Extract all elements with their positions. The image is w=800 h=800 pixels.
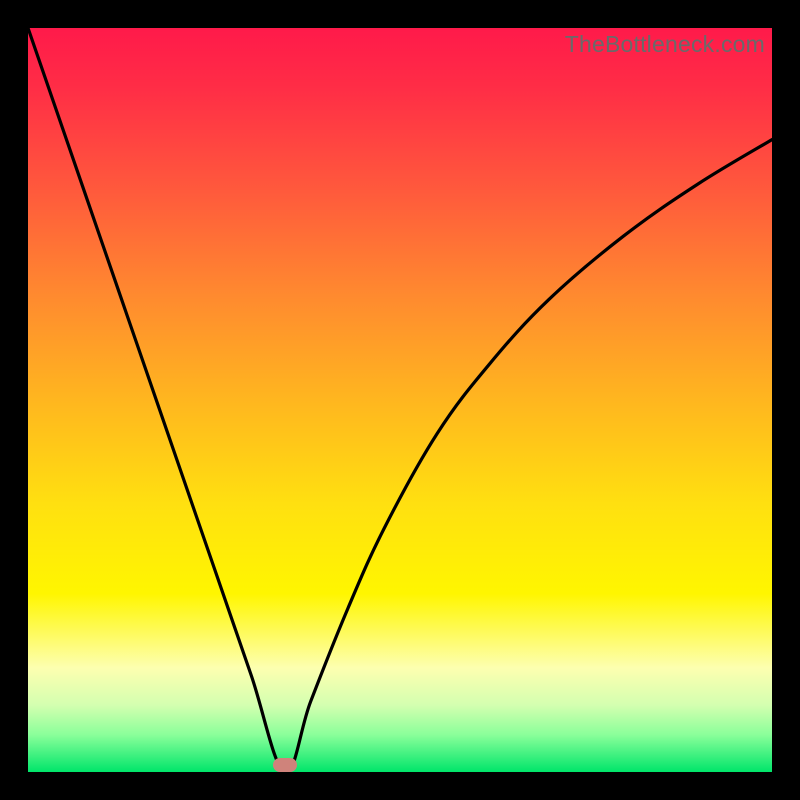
optimal-marker <box>273 758 297 772</box>
bottleneck-curve <box>28 28 772 772</box>
curve-layer <box>28 28 772 772</box>
watermark-label: TheBottleneck.com <box>565 31 765 58</box>
chart-frame: TheBottleneck.com <box>0 0 800 800</box>
plot-area: TheBottleneck.com <box>28 28 772 772</box>
